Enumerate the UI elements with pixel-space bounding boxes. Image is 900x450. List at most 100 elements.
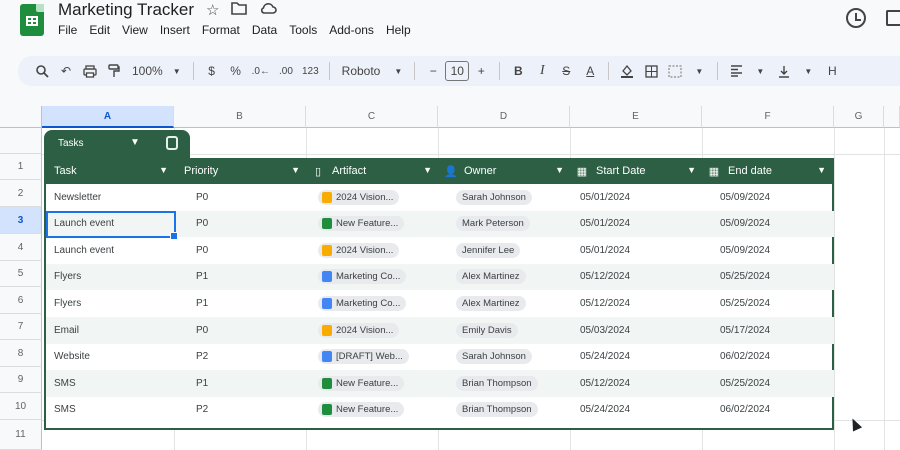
cell-task[interactable]: SMS: [54, 397, 172, 423]
chevron-down-icon[interactable]: ▼: [291, 165, 300, 175]
vertical-align-icon[interactable]: [772, 59, 796, 83]
paint-format-icon[interactable]: [102, 59, 126, 83]
chevron-down-icon[interactable]: ▼: [423, 165, 432, 175]
artifact-smart-chip[interactable]: 2024 Vision...: [318, 322, 400, 338]
header-start-date[interactable]: ▦ Start Date ▼: [572, 158, 704, 184]
artifact-smart-chip[interactable]: 2024 Vision...: [318, 242, 400, 258]
cell-task[interactable]: Newsletter: [54, 184, 172, 210]
cell-owner[interactable]: Brian Thompson: [456, 397, 566, 423]
font-size-input[interactable]: 10: [445, 61, 470, 81]
fill-color-icon[interactable]: [615, 59, 639, 83]
artifact-smart-chip[interactable]: New Feature...: [318, 375, 405, 391]
cell-priority[interactable]: P0: [196, 237, 296, 263]
chevron-down-icon[interactable]: ▼: [687, 165, 696, 175]
owner-person-chip[interactable]: Emily Davis: [456, 322, 518, 338]
cell-owner[interactable]: Brian Thompson: [456, 370, 566, 396]
print-icon[interactable]: [78, 59, 102, 83]
cell-start[interactable]: 05/12/2024: [580, 370, 690, 396]
row-header-blank[interactable]: [0, 128, 42, 154]
percent-format-button[interactable]: %: [224, 59, 248, 83]
more-formats-button[interactable]: 123: [298, 59, 323, 83]
cloud-status-icon[interactable]: [259, 1, 278, 19]
text-color-button[interactable]: A: [578, 59, 602, 83]
column-header-e[interactable]: E: [570, 106, 702, 128]
column-header-a[interactable]: A: [42, 106, 174, 128]
cell-priority[interactable]: P1: [196, 264, 296, 290]
row-header-5[interactable]: 5: [0, 261, 42, 287]
chevron-down-icon[interactable]: ▼: [130, 137, 140, 148]
italic-button[interactable]: I: [530, 59, 554, 83]
cell-priority[interactable]: P1: [196, 370, 296, 396]
cell-owner[interactable]: Mark Peterson: [456, 211, 566, 237]
horizontal-align-icon[interactable]: [724, 59, 748, 83]
cell-end[interactable]: 06/02/2024: [720, 397, 830, 423]
table-name-chip[interactable]: Tasks ▼: [44, 130, 190, 158]
currency-format-button[interactable]: $: [200, 59, 224, 83]
owner-person-chip[interactable]: Mark Peterson: [456, 216, 530, 232]
strikethrough-button[interactable]: S: [554, 59, 578, 83]
comments-icon[interactable]: [886, 10, 900, 26]
row-header-4[interactable]: 4: [0, 234, 42, 261]
decrease-decimal-icon[interactable]: .0←: [248, 59, 274, 83]
cell-artifact[interactable]: Marketing Co...: [318, 290, 436, 316]
select-all-corner[interactable]: [0, 106, 42, 128]
cell-end[interactable]: 05/25/2024: [720, 290, 830, 316]
menu-tools[interactable]: Tools: [289, 22, 317, 38]
cell-priority[interactable]: P0: [196, 184, 296, 210]
cell-task[interactable]: Email: [54, 317, 172, 343]
search-menus-icon[interactable]: [30, 59, 54, 83]
cell-start[interactable]: 05/12/2024: [580, 290, 690, 316]
chevron-down-icon[interactable]: ▼: [159, 165, 168, 175]
owner-person-chip[interactable]: Alex Martinez: [456, 295, 526, 311]
cell-owner[interactable]: Sarah Johnson: [456, 184, 566, 210]
cell-start[interactable]: 05/01/2024: [580, 237, 690, 263]
menu-addons[interactable]: Add-ons: [329, 22, 374, 38]
menu-view[interactable]: View: [122, 22, 148, 38]
artifact-smart-chip[interactable]: New Feature...: [318, 216, 405, 232]
column-header-d[interactable]: D: [438, 106, 570, 128]
cell-start[interactable]: 05/01/2024: [580, 211, 690, 237]
increase-decimal-icon[interactable]: .00: [274, 59, 298, 83]
selected-cell-a3[interactable]: [46, 211, 178, 240]
owner-person-chip[interactable]: Sarah Johnson: [456, 349, 532, 365]
owner-person-chip[interactable]: Alex Martinez: [456, 269, 526, 285]
cell-owner[interactable]: Jennifer Lee: [456, 237, 566, 263]
table-database-icon[interactable]: [166, 136, 178, 150]
bold-button[interactable]: B: [506, 59, 530, 83]
cell-start[interactable]: 05/12/2024: [580, 264, 690, 290]
star-icon[interactable]: ☆: [206, 1, 219, 19]
menu-edit[interactable]: Edit: [89, 22, 110, 38]
cell-task[interactable]: Flyers: [54, 290, 172, 316]
document-title[interactable]: Marketing Tracker: [58, 0, 194, 20]
artifact-smart-chip[interactable]: Marketing Co...: [318, 295, 407, 311]
menu-data[interactable]: Data: [252, 22, 277, 38]
header-task[interactable]: Task ▼: [46, 158, 176, 184]
row-header-8[interactable]: 8: [0, 340, 42, 367]
cell-end[interactable]: 05/25/2024: [720, 370, 830, 396]
menu-insert[interactable]: Insert: [160, 22, 190, 38]
merge-cells-icon[interactable]: [663, 59, 687, 83]
borders-icon[interactable]: [639, 59, 663, 83]
font-select[interactable]: Roboto ▼: [336, 59, 409, 83]
cell-priority[interactable]: P0: [196, 211, 296, 237]
cell-owner[interactable]: Emily Davis: [456, 317, 566, 343]
row-header-6[interactable]: 6: [0, 287, 42, 314]
header-owner[interactable]: 👤 Owner ▼: [440, 158, 572, 184]
cell-owner[interactable]: Alex Martinez: [456, 264, 566, 290]
undo-icon[interactable]: ↶: [54, 59, 78, 83]
row-header-7[interactable]: 7: [0, 314, 42, 340]
cell-artifact[interactable]: New Feature...: [318, 370, 436, 396]
cell-task[interactable]: SMS: [54, 370, 172, 396]
row-header-11[interactable]: 11: [0, 420, 42, 450]
cell-artifact[interactable]: Marketing Co...: [318, 264, 436, 290]
cell-artifact[interactable]: New Feature...: [318, 211, 436, 237]
cell-start[interactable]: 05/24/2024: [580, 344, 690, 370]
column-header-g[interactable]: G: [834, 106, 884, 128]
cell-task[interactable]: Launch event: [54, 237, 172, 263]
owner-person-chip[interactable]: Brian Thompson: [456, 375, 538, 391]
header-end-date[interactable]: ▦ End date ▼: [704, 158, 834, 184]
cell-artifact[interactable]: [DRAFT] Web...: [318, 344, 436, 370]
cell-owner[interactable]: Sarah Johnson: [456, 344, 566, 370]
cell-artifact[interactable]: New Feature...: [318, 397, 436, 423]
sheets-logo-icon[interactable]: [20, 4, 44, 36]
